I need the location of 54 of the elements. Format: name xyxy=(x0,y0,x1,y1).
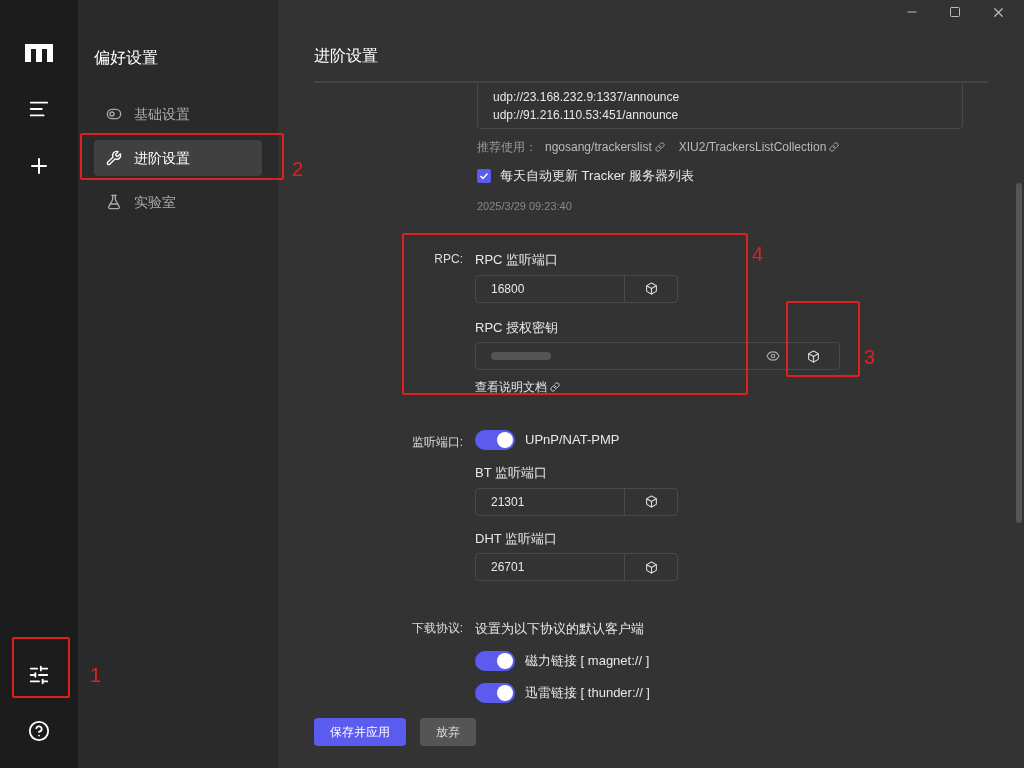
section-label: 监听端口: xyxy=(410,434,464,451)
wrench-icon xyxy=(106,150,122,166)
toggle-label: UPnP/NAT-PMP xyxy=(525,431,620,450)
page-title: 进阶设置 xyxy=(314,46,379,66)
tracker-line: udp://23.168.232.9:1337/announce xyxy=(493,89,681,106)
sidebar-item[interactable]: 基础设置 xyxy=(94,96,262,132)
sidebar-item[interactable]: 进阶设置 xyxy=(94,140,262,176)
port-field[interactable]: 21301 xyxy=(475,487,678,516)
link-icon xyxy=(550,382,560,392)
settings-icon[interactable] xyxy=(28,664,50,686)
trackers-textarea[interactable]: udp://23.168.232.9:1337/announce udp://91.216.110.53:451/announce xyxy=(477,83,963,129)
section-label: 下载协议: xyxy=(410,620,464,637)
checkmark-icon xyxy=(479,170,489,181)
link-icon xyxy=(654,142,665,152)
flask-icon xyxy=(106,194,122,210)
field-label: BT 监听端口 xyxy=(475,464,547,482)
port-field[interactable]: 26701 xyxy=(475,553,678,581)
sidebar-title: 偏好设置 xyxy=(94,48,159,68)
toggle-switch[interactable] xyxy=(475,430,515,450)
sidebar-item[interactable]: 实验室 xyxy=(94,184,262,220)
toggle-switch[interactable] xyxy=(475,650,515,671)
field-label: RPC 授权密钥 xyxy=(475,318,559,337)
scrollbar[interactable] xyxy=(1016,183,1022,523)
annotation-number: 3 xyxy=(864,345,876,370)
link-icon xyxy=(829,142,840,152)
field-label: RPC 监听端口 xyxy=(475,251,559,269)
toggle-label: 迅雷链接 [ thunder:// ] xyxy=(525,683,650,702)
port-field[interactable]: 16800 xyxy=(475,274,678,303)
discard-button[interactable]: 放弃 xyxy=(420,718,476,746)
port-value: 21301 xyxy=(490,493,526,511)
docs-link[interactable]: 查看说明文档 xyxy=(475,378,560,396)
section-label: RPC: xyxy=(433,251,464,268)
last-update-time: 2025/3/29 09:23:40 xyxy=(477,198,573,214)
toggle-switch[interactable] xyxy=(475,682,515,703)
logo-icon xyxy=(25,44,53,62)
tracker-link[interactable]: XIU2/TrackersListCollection xyxy=(678,138,840,156)
field-label: DHT 监听端口 xyxy=(475,529,558,548)
tracker-line: udp://91.216.110.53:451/announce xyxy=(493,107,680,124)
port-value: 16800 xyxy=(490,280,526,298)
help-icon[interactable] xyxy=(28,720,50,742)
toggle-icon xyxy=(106,106,122,122)
checkbox[interactable] xyxy=(477,168,491,183)
checkbox-label: 每天自动更新 Tracker 服务器列表 xyxy=(500,167,694,185)
annotation-box xyxy=(12,637,70,698)
port-value: 26701 xyxy=(490,559,526,576)
toggle-label: 磁力链接 [ magnet:// ] xyxy=(525,651,650,670)
annotation-number: 2 xyxy=(292,157,304,182)
recommend-label: 推荐使用： xyxy=(477,139,537,156)
annotation-number: 1 xyxy=(90,663,102,688)
annotation-number: 4 xyxy=(752,242,764,267)
protocol-hint: 设置为以下协议的默认客户端 xyxy=(475,620,644,638)
save-button[interactable]: 保存并应用 xyxy=(314,718,406,746)
maximize-icon[interactable] xyxy=(949,6,961,18)
tracker-link[interactable]: ngosang/trackerslist xyxy=(545,138,665,156)
